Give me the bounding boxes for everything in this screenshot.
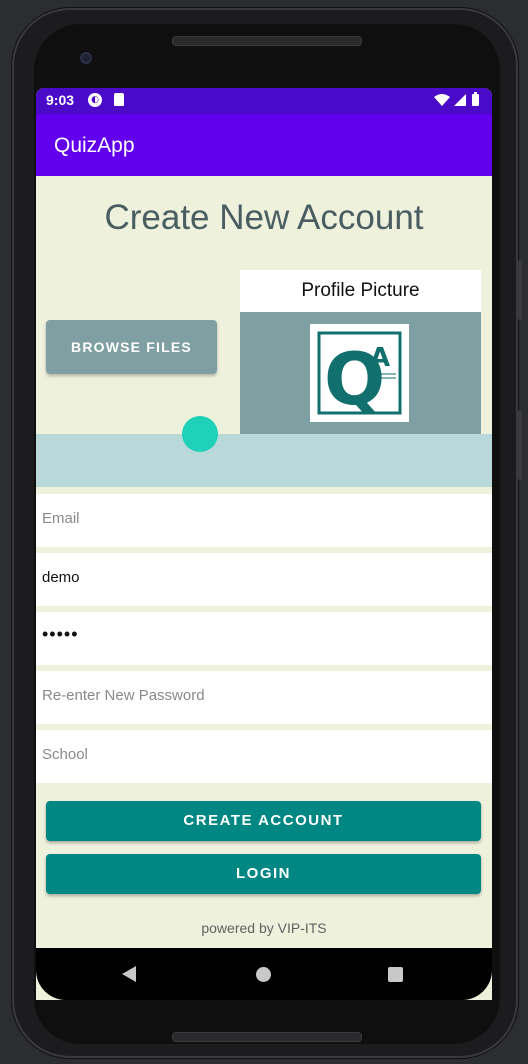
username-field[interactable]: demo [36, 553, 492, 606]
volume-button[interactable] [518, 260, 522, 320]
accent-circle [182, 416, 218, 452]
wifi-icon [434, 94, 450, 106]
battery-icon [472, 94, 479, 106]
signal-icon [454, 94, 466, 106]
front-camera [80, 52, 92, 64]
decorative-band [36, 416, 492, 487]
navigation-bar [36, 948, 492, 1000]
recent-apps-icon[interactable] [388, 967, 403, 982]
confirm-password-placeholder: Re-enter New Password [42, 687, 205, 704]
browse-files-button[interactable]: BROWSE FILES [46, 320, 217, 374]
system-status-icons [434, 92, 479, 106]
qa-logo-icon: Q A [317, 331, 402, 421]
logo-a: A [370, 343, 390, 373]
power-button[interactable] [518, 410, 522, 480]
school-placeholder: School [42, 746, 88, 763]
app-screen: 9:03 ◐ QuizApp Create New Account BROWSE… [36, 88, 492, 1000]
username-value: demo [42, 569, 80, 586]
confirm-password-field[interactable]: Re-enter New Password [36, 671, 492, 724]
page-title: Create New Account [104, 198, 424, 237]
email-field[interactable]: Email [36, 494, 492, 547]
login-button[interactable]: LOGIN [46, 854, 481, 894]
powered-by-footer: powered by VIP-ITS [201, 920, 327, 936]
app-bar: QuizApp [36, 114, 492, 176]
home-icon[interactable] [256, 967, 271, 982]
create-account-button[interactable]: CREATE ACCOUNT [46, 801, 481, 841]
profile-picture-label: Profile Picture [240, 270, 481, 312]
app-title: QuizApp [54, 134, 135, 157]
sd-card-icon [114, 93, 124, 106]
back-icon[interactable] [122, 966, 136, 982]
status-bar: 9:03 ◐ [36, 88, 492, 114]
password-value: ••••• [42, 624, 79, 644]
cloud-icon: ◐ [88, 93, 102, 107]
profile-picture-frame[interactable]: Q A [240, 312, 481, 434]
bottom-speaker [172, 1032, 362, 1042]
email-placeholder: Email [42, 510, 80, 527]
password-field[interactable]: ••••• [36, 612, 492, 665]
earpiece-speaker [172, 36, 362, 46]
school-field[interactable]: School [36, 730, 492, 783]
profile-picture-image: Q A [310, 324, 409, 422]
status-time: 9:03 [46, 92, 75, 108]
